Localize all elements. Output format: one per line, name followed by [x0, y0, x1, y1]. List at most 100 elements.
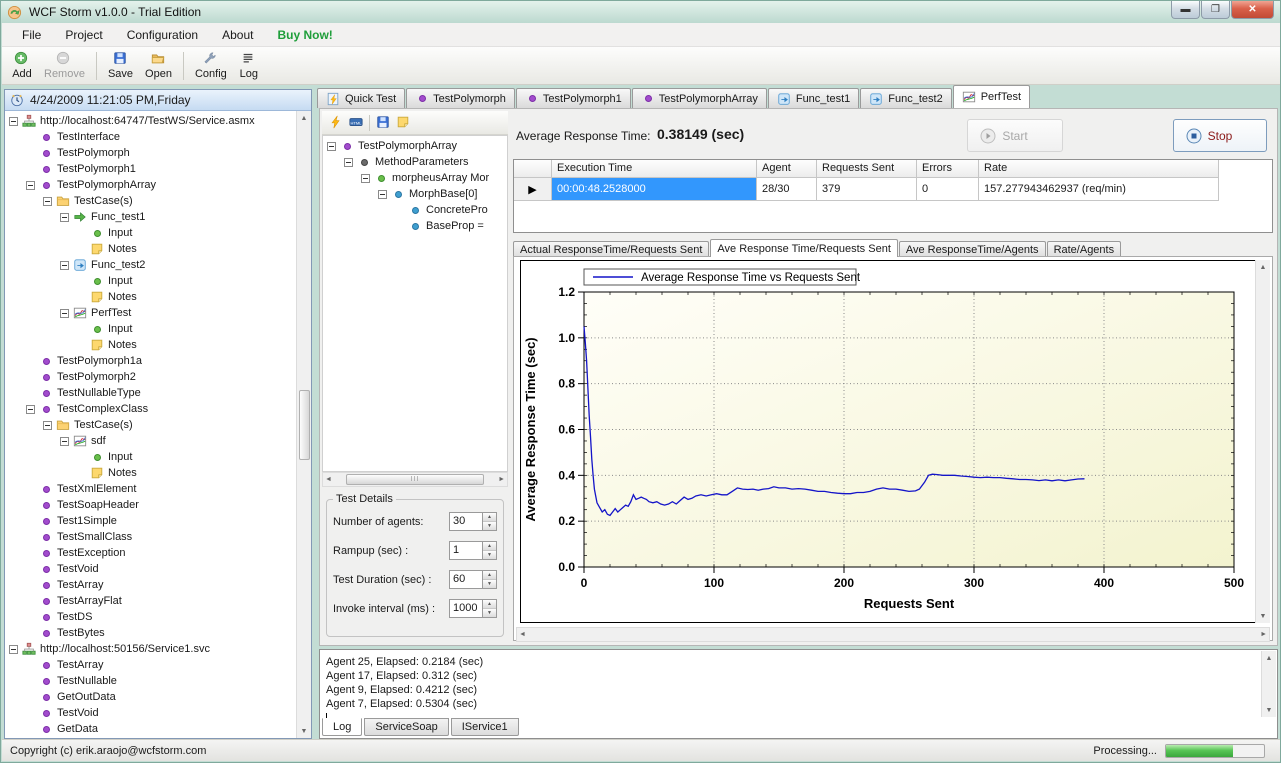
tree-item-testcase-s-[interactable]: TestCase(s) — [5, 417, 295, 433]
tree-item-notes[interactable]: Notes — [5, 465, 295, 481]
grid-col-header[interactable]: Requests Sent — [817, 160, 917, 178]
chart-tab-ave-response-time-requests-sent[interactable]: Ave Response Time/Requests Sent — [710, 239, 897, 257]
tree-item-input[interactable]: Input — [5, 273, 295, 289]
tree-item-perftest[interactable]: PerfTest — [5, 305, 295, 321]
scroll-up-icon[interactable]: ▲ — [1266, 651, 1273, 665]
tree-item-http-localhost-50156-service1-svc[interactable]: http://localhost:50156/Service1.svc — [5, 641, 295, 657]
restore-button[interactable]: ❐ — [1201, 1, 1230, 19]
log-button[interactable]: Log — [233, 49, 265, 82]
chart-tab-actual-responsetime-requests-sent[interactable]: Actual ResponseTime/Requests Sent — [513, 241, 709, 257]
tree-item-testexception[interactable]: TestException — [5, 545, 295, 561]
scroll-right-icon[interactable]: ► — [498, 476, 505, 483]
scroll-up-icon[interactable]: ▲ — [1260, 260, 1267, 274]
tree-item-testvoid[interactable]: TestVoid — [5, 561, 295, 577]
stop-button[interactable]: Stop — [1173, 119, 1267, 152]
tree-item-testbytes[interactable]: TestBytes — [5, 625, 295, 641]
menu-item-project[interactable]: Project — [53, 24, 114, 46]
minimize-button[interactable]: ▬ — [1171, 1, 1200, 19]
stepper-down-icon[interactable]: ▼ — [483, 609, 496, 617]
scroll-down-icon[interactable]: ▼ — [1260, 609, 1267, 623]
expander-icon[interactable] — [9, 645, 18, 654]
expander-icon[interactable] — [43, 421, 52, 430]
open-button[interactable]: Open — [139, 49, 178, 82]
tree-item-testpolymorph1[interactable]: TestPolymorph1 — [5, 161, 295, 177]
explorer-scrollbar[interactable]: ▲ ▼ — [296, 111, 311, 738]
grid-cell[interactable]: 157.277943462937 (req/min) — [979, 178, 1219, 201]
chart-tab-ave-responsetime-agents[interactable]: Ave ResponseTime/Agents — [899, 241, 1046, 257]
stepper-down-icon[interactable]: ▼ — [483, 522, 496, 530]
parameters-hscrollbar[interactable]: ◄ III ► — [322, 472, 508, 487]
stepper-down-icon[interactable]: ▼ — [483, 551, 496, 559]
expander-icon[interactable] — [60, 437, 69, 446]
tree-item-morpheusarray-mor[interactable]: morpheusArray Mor — [323, 170, 507, 186]
grid-col-header[interactable]: Agent — [757, 160, 817, 178]
tree-item-methodparameters[interactable]: MethodParameters — [323, 154, 507, 170]
tree-item-testarray[interactable]: TestArray — [5, 657, 295, 673]
stepper-up-icon[interactable]: ▲ — [483, 571, 496, 580]
stepper-up-icon[interactable]: ▲ — [483, 600, 496, 609]
tree-item-morphbase-0-[interactable]: MorphBase[0] — [323, 186, 507, 202]
tree-item-testpolymorpharray[interactable]: TestPolymorphArray — [323, 138, 507, 154]
tab-testpolymorpharray[interactable]: TestPolymorphArray — [632, 88, 767, 108]
scroll-left-icon[interactable]: ◄ — [519, 631, 526, 638]
scroll-right-icon[interactable]: ► — [1260, 631, 1267, 638]
tree-item-testds[interactable]: TestDS — [5, 609, 295, 625]
expander-icon[interactable] — [43, 197, 52, 206]
tree-item-notes[interactable]: Notes — [5, 289, 295, 305]
tree-item-testarrayflat[interactable]: TestArrayFlat — [5, 593, 295, 609]
tree-item-testsoapheader[interactable]: TestSoapHeader — [5, 497, 295, 513]
tree-item-testpolymorph[interactable]: TestPolymorph — [5, 145, 295, 161]
stepper-value[interactable]: 1 — [449, 541, 482, 560]
tree-item-testcomplexclass[interactable]: TestComplexClass — [5, 401, 295, 417]
expander-icon[interactable] — [378, 190, 387, 199]
tab-testpolymorph1[interactable]: TestPolymorph1 — [516, 88, 631, 108]
tree-item-testpolymorph1a[interactable]: TestPolymorph1a — [5, 353, 295, 369]
tree-item-getdata[interactable]: GetData — [5, 721, 295, 737]
grid-cell[interactable]: 28/30 — [757, 178, 817, 201]
stepper-down-icon[interactable]: ▼ — [483, 580, 496, 588]
tree-item-test1simple[interactable]: Test1Simple — [5, 513, 295, 529]
config-button[interactable]: Config — [189, 49, 233, 82]
tab-testpolymorph[interactable]: TestPolymorph — [406, 88, 515, 108]
tree-item-testxmlelement[interactable]: TestXmlElement — [5, 481, 295, 497]
tree-item-input[interactable]: Input — [5, 321, 295, 337]
numeric-stepper[interactable]: 60▲▼ — [449, 570, 497, 589]
stepper-up-icon[interactable]: ▲ — [483, 542, 496, 551]
expander-icon[interactable] — [344, 158, 353, 167]
expander-icon[interactable] — [26, 181, 35, 190]
tab-perftest[interactable]: PerfTest — [953, 85, 1030, 108]
tree-item-getoutdata[interactable]: GetOutData — [5, 689, 295, 705]
log-vscrollbar[interactable]: ▲ ▼ — [1261, 651, 1276, 717]
tree-item-testcase-s-[interactable]: TestCase(s) — [5, 193, 295, 209]
table-row[interactable]: ▶00:00:48.252800028/303790157.2779434629… — [514, 178, 1272, 201]
expander-icon[interactable] — [60, 309, 69, 318]
numeric-stepper[interactable]: 1▲▼ — [449, 541, 497, 560]
tree-item-testarray[interactable]: TestArray — [5, 577, 295, 593]
menu-item-buy-now-[interactable]: Buy Now! — [265, 24, 344, 46]
tab-func-test1[interactable]: Func_test1 — [768, 88, 859, 108]
tree-item-testvoid[interactable]: TestVoid — [5, 705, 295, 721]
save-button[interactable]: Save — [102, 49, 139, 82]
tree-item-testpolymorpharray[interactable]: TestPolymorphArray — [5, 177, 295, 193]
log-tab-log[interactable]: Log — [322, 718, 362, 736]
param-tool-lightning-icon[interactable] — [326, 113, 346, 133]
grid-col-header[interactable]: Rate — [979, 160, 1219, 178]
log-tab-iservice1[interactable]: IService1 — [451, 718, 519, 736]
grid-cell[interactable]: 00:00:48.2528000 — [552, 178, 757, 201]
tree-item-input[interactable]: Input — [5, 449, 295, 465]
expander-icon[interactable] — [361, 174, 370, 183]
param-tool-note-icon[interactable] — [393, 113, 413, 133]
close-button[interactable]: ✕ — [1231, 1, 1274, 19]
scroll-left-icon[interactable]: ◄ — [325, 476, 332, 483]
param-tool-floppy-icon[interactable] — [373, 113, 393, 133]
stepper-value[interactable]: 1000 — [449, 599, 482, 618]
tree-item-testnullabletype[interactable]: TestNullableType — [5, 385, 295, 401]
menu-item-about[interactable]: About — [210, 24, 265, 46]
stepper-value[interactable]: 30 — [449, 512, 482, 531]
menu-item-configuration[interactable]: Configuration — [115, 24, 210, 46]
expander-icon[interactable] — [9, 117, 18, 126]
tree-item-func-test2[interactable]: Func_test2 — [5, 257, 295, 273]
tab-quick-test[interactable]: Quick Test — [317, 88, 405, 108]
tree-item-sdf[interactable]: sdf — [5, 433, 295, 449]
tree-item-input[interactable]: Input — [5, 225, 295, 241]
